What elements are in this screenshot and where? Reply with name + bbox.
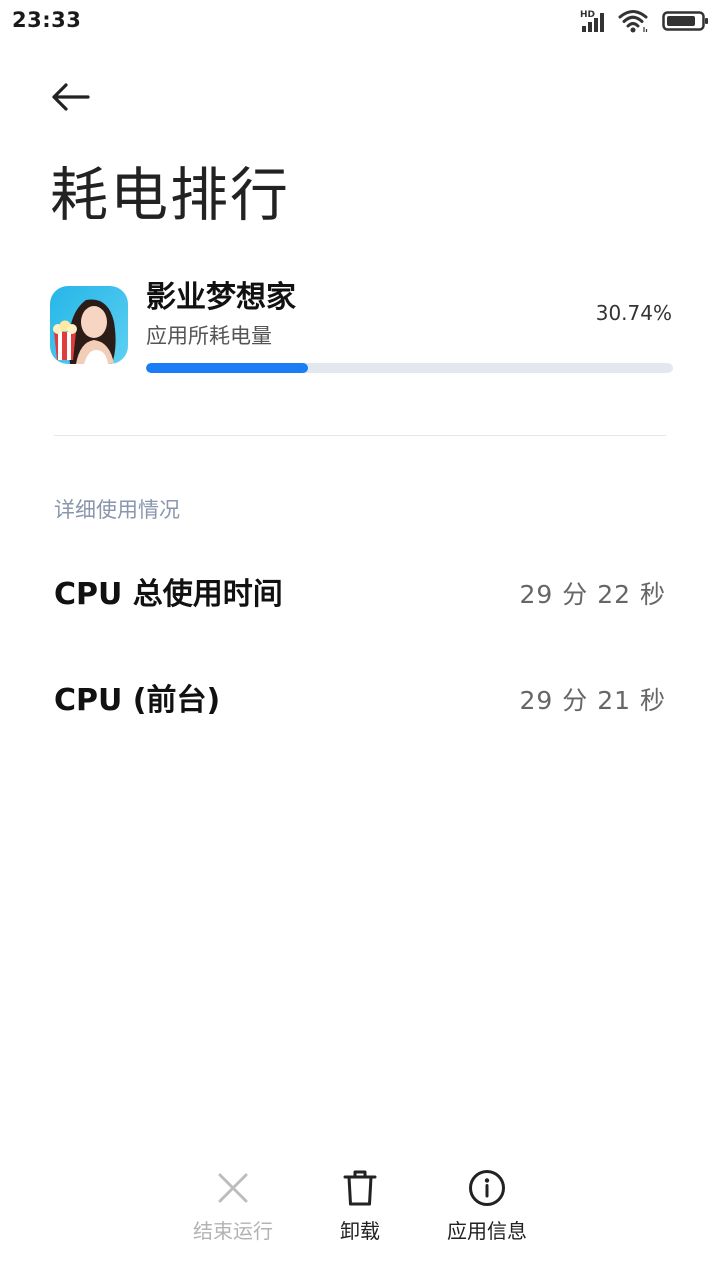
app-name: 影业梦想家 bbox=[146, 280, 296, 315]
hd-signal-icon: HD bbox=[580, 10, 604, 32]
back-button[interactable] bbox=[48, 72, 108, 122]
detail-label: CPU 总使用时间 bbox=[54, 577, 283, 612]
battery-icon bbox=[662, 11, 708, 31]
app-usage-percent: 30.74% bbox=[595, 301, 672, 325]
screen: 23:33 HD 耗电排行 影业梦想家 应用所耗电量 30.74% 详细使用情况… bbox=[0, 0, 720, 1280]
svg-text:HD: HD bbox=[580, 10, 595, 20]
uninstall-button[interactable]: 卸载 bbox=[300, 1160, 420, 1260]
bottom-action-bar: 结束运行 卸载 应用信息 bbox=[0, 1160, 720, 1270]
detail-row-cpu-total: CPU 总使用时间 29 分 22 秒 bbox=[54, 565, 666, 625]
status-bar: 23:33 HD bbox=[0, 0, 720, 44]
app-info-label: 应用信息 bbox=[447, 1219, 527, 1243]
app-icon bbox=[50, 286, 128, 364]
close-icon bbox=[218, 1173, 248, 1203]
detail-value: 29 分 22 秒 bbox=[519, 580, 666, 609]
divider bbox=[54, 435, 666, 436]
force-stop-label: 结束运行 bbox=[193, 1219, 273, 1243]
uninstall-label: 卸载 bbox=[340, 1219, 380, 1243]
usage-progress-fill bbox=[146, 363, 308, 373]
trash-icon bbox=[343, 1170, 377, 1206]
wifi-icon bbox=[618, 10, 648, 33]
page-title: 耗电排行 bbox=[50, 161, 291, 229]
detail-label: CPU (前台) bbox=[54, 683, 221, 718]
detail-row-cpu-foreground: CPU (前台) 29 分 21 秒 bbox=[54, 671, 666, 731]
status-time: 23:33 bbox=[12, 8, 82, 32]
app-usage-label: 应用所耗电量 bbox=[146, 324, 272, 348]
app-info-button[interactable]: 应用信息 bbox=[427, 1160, 547, 1260]
usage-progress-bar bbox=[146, 363, 673, 373]
force-stop-button[interactable]: 结束运行 bbox=[173, 1160, 293, 1260]
info-icon bbox=[469, 1170, 505, 1206]
detail-value: 29 分 21 秒 bbox=[519, 686, 666, 715]
section-header-details: 详细使用情况 bbox=[54, 498, 180, 522]
back-arrow-icon bbox=[52, 83, 90, 111]
